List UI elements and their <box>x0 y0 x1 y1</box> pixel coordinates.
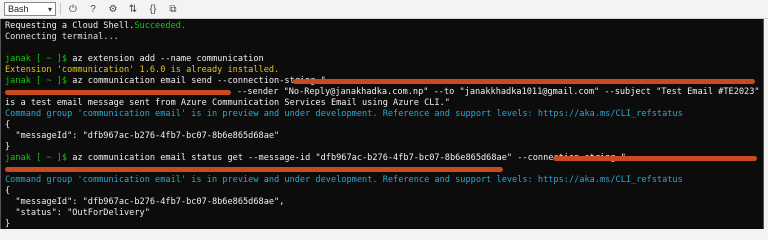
redaction-mark <box>5 90 231 95</box>
json-line: "status": "OutForDelivery" <box>5 208 150 218</box>
shell-type-dropdown[interactable]: Bash ▾ <box>4 2 56 16</box>
upload-download-icon[interactable]: ⇅ <box>125 2 141 16</box>
command-text: az extension add --name communication <box>72 54 264 64</box>
json-brace: { <box>5 186 11 196</box>
settings-icon[interactable]: ⚙ <box>105 2 121 16</box>
info-line: Command group 'communication email' is i… <box>5 175 683 185</box>
terminal-line: Requesting a Cloud Shell.Succeeded. <box>5 21 186 32</box>
prompt-text: janak [ ~ ]$ <box>5 153 73 163</box>
terminal-line: --sender "No-Reply@janakhadka.com.np" --… <box>237 87 760 97</box>
json-line: "messageId": "dfb967ac-b276-4fb7-bc07-8b… <box>5 197 285 207</box>
terminal-line: janak [ ~ ]$ az extension add --name com… <box>5 54 264 65</box>
redaction-mark <box>5 167 503 172</box>
power-icon[interactable]: ⏻ <box>65 2 81 16</box>
json-brace: } <box>5 219 11 229</box>
terminal-line: janak [ ~ ]$ az communication email stat… <box>5 153 626 164</box>
web-preview-icon[interactable]: ⧉ <box>165 2 181 16</box>
prompt-text: janak [ ~ ]$ <box>5 54 73 64</box>
redaction-mark <box>293 79 755 84</box>
cloud-shell-toolbar: Bash ▾ ⏻ ? ⚙ ⇅ {} ⧉ <box>0 0 768 19</box>
command-text: az communication email send --connection… <box>72 76 326 86</box>
json-brace: } <box>5 142 11 152</box>
toolbar-divider <box>60 3 61 15</box>
terminal-line: Connecting terminal... <box>5 32 119 42</box>
info-line: Command group 'communication email' is i… <box>5 109 683 119</box>
command-text: az communication email status get --mess… <box>72 153 626 163</box>
braces-icon[interactable]: {} <box>145 2 161 16</box>
terminal-text: Requesting a Cloud Shell. <box>5 21 135 31</box>
chevron-down-icon: ▾ <box>47 4 52 14</box>
json-line: "messageId": "dfb967ac-b276-4fb7-bc07-8b… <box>5 131 280 141</box>
terminal-line: is a test email message sent from Azure … <box>5 98 450 108</box>
json-brace: { <box>5 120 11 130</box>
terminal-window[interactable]: Requesting a Cloud Shell.Succeeded. Conn… <box>0 19 764 229</box>
shell-type-label: Bash <box>8 4 29 14</box>
success-text: Succeeded. <box>134 21 187 31</box>
redaction-mark <box>553 156 757 161</box>
terminal-line: janak [ ~ ]$ az communication email send… <box>5 76 326 87</box>
warning-line: Extension 'communication' 1.6.0 is alrea… <box>5 65 280 75</box>
help-icon[interactable]: ? <box>85 2 101 16</box>
prompt-text: janak [ ~ ]$ <box>5 76 73 86</box>
